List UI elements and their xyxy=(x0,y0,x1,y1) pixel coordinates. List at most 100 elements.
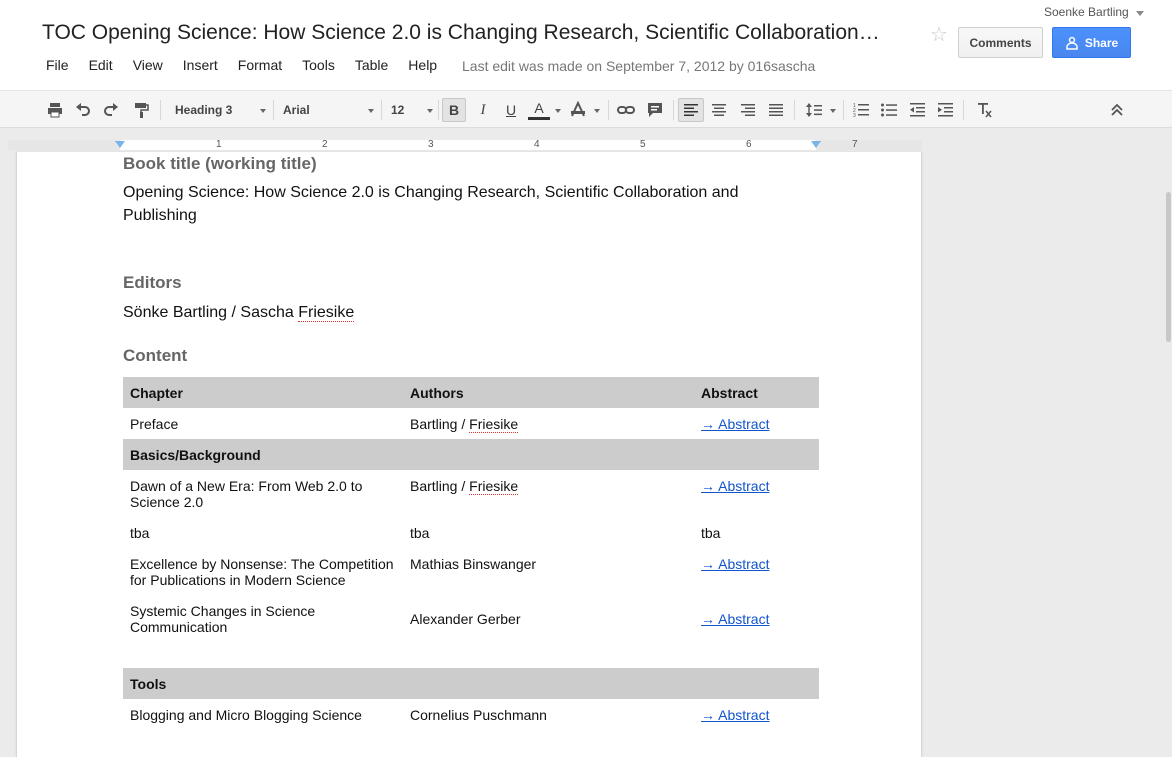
menu-tools[interactable]: Tools xyxy=(302,57,335,75)
abstract-link[interactable]: → Abstract xyxy=(701,478,769,494)
share-button[interactable]: Share xyxy=(1052,27,1131,58)
undo-icon[interactable] xyxy=(72,98,94,122)
ruler-right-margin xyxy=(816,140,922,150)
toolbar-divider xyxy=(843,100,844,120)
book-title-text[interactable]: Opening Science: How Science 2.0 is Chan… xyxy=(123,181,823,227)
numbered-list-icon[interactable]: 123 xyxy=(850,98,872,122)
table-header-row: Chapter Authors Abstract xyxy=(123,377,819,408)
last-edit-status[interactable]: Last edit was made on September 7, 2012 … xyxy=(462,58,815,74)
scrollbar-thumb[interactable] xyxy=(1166,192,1171,342)
decrease-indent-icon[interactable] xyxy=(906,98,928,122)
author-text: tba xyxy=(410,525,430,541)
left-indent-marker[interactable] xyxy=(115,141,125,148)
abstract-cell[interactable]: → Abstract xyxy=(694,699,819,730)
author-text: Bartling / xyxy=(410,478,470,494)
authors-cell[interactable]: tba xyxy=(403,517,694,548)
table-row: Dawn of a New Era: From Web 2.0 to Scien… xyxy=(123,470,819,517)
document-page[interactable]: Book title (working title) Opening Scien… xyxy=(16,152,922,757)
comments-button[interactable]: Comments xyxy=(958,27,1043,58)
abstract-cell[interactable]: tba xyxy=(694,517,819,548)
align-right-icon[interactable] xyxy=(737,98,759,122)
chapter-cell[interactable]: Blogging and Micro Blogging Science xyxy=(123,699,403,730)
google-docs-window: TOC Opening Science: How Science 2.0 is … xyxy=(0,0,1172,757)
editors-heading[interactable]: Editors xyxy=(123,273,182,293)
authors-cell[interactable]: Alexander Gerber xyxy=(403,595,694,642)
chevron-down-icon[interactable] xyxy=(594,109,600,113)
underline-button[interactable]: U xyxy=(500,98,522,122)
highlight-color-icon[interactable] xyxy=(566,98,590,122)
abstract-link[interactable]: → Abstract xyxy=(701,556,769,572)
menu-file[interactable]: File xyxy=(46,57,69,75)
authors-cell[interactable]: Bartling / Friesike xyxy=(403,408,694,439)
content-heading[interactable]: Content xyxy=(123,346,187,366)
chevron-down-icon[interactable] xyxy=(555,109,561,113)
ruler-number: 7 xyxy=(852,139,858,150)
table-row: tba tba tba xyxy=(123,517,819,548)
align-justify-icon[interactable] xyxy=(765,98,787,122)
ruler[interactable]: 1 2 3 4 5 6 7 xyxy=(0,138,922,152)
header-authors[interactable]: Authors xyxy=(403,377,694,408)
authors-cell[interactable]: Cornelius Puschmann xyxy=(403,699,694,730)
comment-icon[interactable] xyxy=(644,98,666,122)
menu-format[interactable]: Format xyxy=(238,57,282,75)
bold-button[interactable]: B xyxy=(442,98,466,122)
menu-insert[interactable]: Insert xyxy=(183,57,218,75)
text-color-button[interactable]: A xyxy=(526,98,552,122)
menu-view[interactable]: View xyxy=(133,57,163,75)
text-color-swatch xyxy=(528,116,550,120)
abstract-link[interactable]: → Abstract xyxy=(701,707,769,723)
section-label[interactable]: Tools xyxy=(123,668,819,699)
style-value: Heading 3 xyxy=(175,103,233,117)
ruler-number: 5 xyxy=(640,139,646,150)
menu-table[interactable]: Table xyxy=(355,57,388,75)
font-size-value: 12 xyxy=(391,103,405,117)
authors-cell[interactable]: Mathias Binswanger xyxy=(403,548,694,595)
clear-formatting-icon[interactable] xyxy=(972,98,996,122)
style-dropdown[interactable]: Heading 3 xyxy=(167,98,270,122)
toc-table[interactable]: Chapter Authors Abstract Preface Bartling… xyxy=(123,377,819,730)
abstract-cell[interactable]: → Abstract xyxy=(694,470,819,517)
font-size-dropdown[interactable]: 12 xyxy=(383,98,437,122)
increase-indent-icon[interactable] xyxy=(934,98,956,122)
header-chapter[interactable]: Chapter xyxy=(123,377,403,408)
italic-button[interactable]: I xyxy=(472,98,494,122)
chapter-cell[interactable]: Excellence by Nonsense: The Competition … xyxy=(123,548,403,595)
chapter-cell[interactable]: Systemic Changes in Science Communicatio… xyxy=(123,595,403,642)
ruler-number: 3 xyxy=(428,139,434,150)
chapter-cell[interactable]: Dawn of a New Era: From Web 2.0 to Scien… xyxy=(123,470,403,517)
right-indent-marker[interactable] xyxy=(811,141,821,148)
link-icon[interactable] xyxy=(614,98,638,122)
chevron-down-icon[interactable] xyxy=(830,109,836,113)
table-section-row: Tools xyxy=(123,668,819,699)
bulleted-list-icon[interactable] xyxy=(878,98,900,122)
abstract-link[interactable]: → Abstract xyxy=(701,611,769,627)
user-caret-icon[interactable] xyxy=(1136,11,1144,16)
section-label[interactable]: Basics/Background xyxy=(123,439,819,470)
abstract-cell[interactable]: → Abstract xyxy=(694,595,819,642)
collapse-toolbar-icon[interactable] xyxy=(1106,98,1128,122)
editors-text[interactable]: Sönke Bartling / Sascha Friesike xyxy=(123,301,355,324)
chapter-cell[interactable]: Preface xyxy=(123,408,403,439)
abstract-cell[interactable]: → Abstract xyxy=(694,408,819,439)
redo-icon[interactable] xyxy=(100,98,122,122)
header-abstract[interactable]: Abstract xyxy=(694,377,819,408)
line-spacing-icon[interactable] xyxy=(802,98,826,122)
share-people-icon xyxy=(1066,36,1078,50)
user-name[interactable]: Soenke Bartling xyxy=(1044,5,1129,19)
empty-cell[interactable] xyxy=(123,642,819,668)
abstract-link[interactable]: → Abstract xyxy=(701,416,769,432)
align-left-icon[interactable] xyxy=(678,98,704,122)
book-title-heading[interactable]: Book title (working title) xyxy=(123,154,317,174)
share-label: Share xyxy=(1084,35,1119,50)
abstract-cell[interactable]: → Abstract xyxy=(694,548,819,595)
authors-cell[interactable]: Bartling / Friesike xyxy=(403,470,694,517)
paint-format-icon[interactable] xyxy=(130,98,152,122)
chapter-cell[interactable]: tba xyxy=(123,517,403,548)
print-icon[interactable] xyxy=(44,98,66,122)
align-center-icon[interactable] xyxy=(708,98,730,122)
document-title[interactable]: TOC Opening Science: How Science 2.0 is … xyxy=(42,21,917,45)
menu-edit[interactable]: Edit xyxy=(89,57,113,75)
font-dropdown[interactable]: Arial xyxy=(275,98,378,122)
star-icon[interactable]: ☆ xyxy=(930,22,948,47)
menu-help[interactable]: Help xyxy=(408,57,437,75)
